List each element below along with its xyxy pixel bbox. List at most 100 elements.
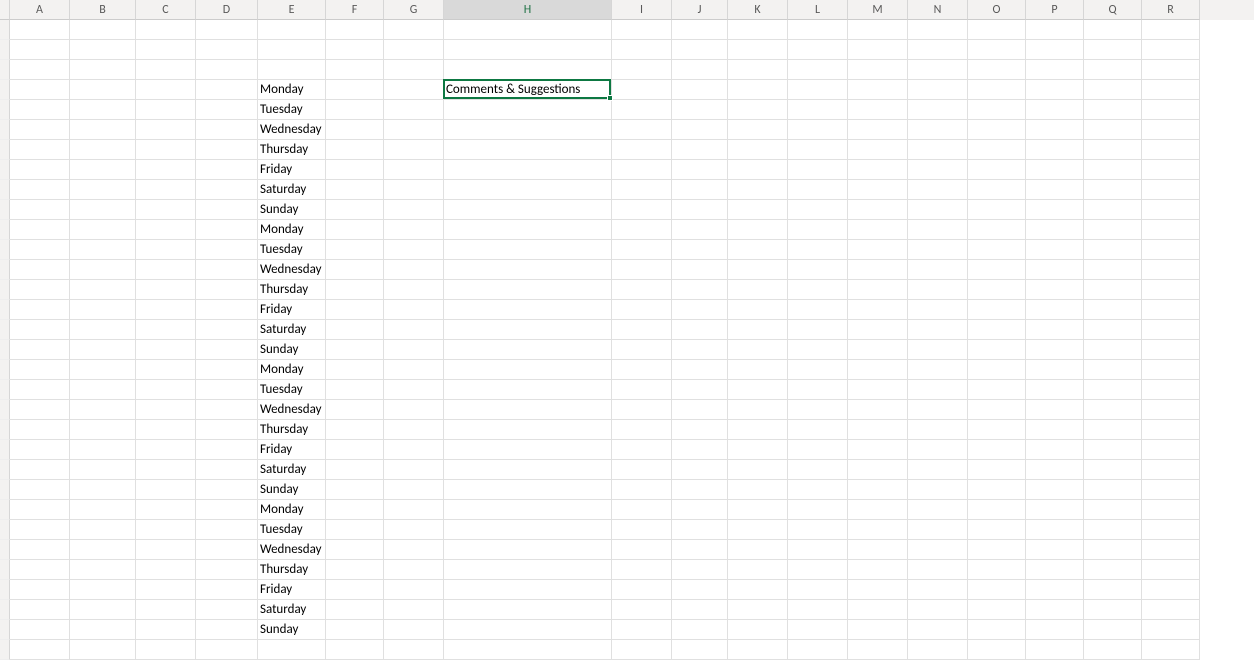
cell-I24[interactable] <box>612 480 672 500</box>
col-header-E[interactable]: E <box>258 0 326 20</box>
cell-F6[interactable] <box>326 120 384 140</box>
cell-A6[interactable] <box>10 120 70 140</box>
cell-F10[interactable] <box>326 200 384 220</box>
cell-H15[interactable] <box>444 300 612 320</box>
cell-A1[interactable] <box>10 20 70 40</box>
cell-D16[interactable] <box>196 320 258 340</box>
cell-L6[interactable] <box>788 120 848 140</box>
cell-C8[interactable] <box>136 160 196 180</box>
cell-J11[interactable] <box>672 220 728 240</box>
cell-A3[interactable] <box>10 60 70 80</box>
cell-H29[interactable] <box>444 580 612 600</box>
cell-H16[interactable] <box>444 320 612 340</box>
cell-H26[interactable] <box>444 520 612 540</box>
cell-D24[interactable] <box>196 480 258 500</box>
cell-I5[interactable] <box>612 100 672 120</box>
cell-N20[interactable] <box>908 400 968 420</box>
cell-H31[interactable] <box>444 620 612 640</box>
cell-J6[interactable] <box>672 120 728 140</box>
cell-G21[interactable] <box>384 420 444 440</box>
cell-O27[interactable] <box>968 540 1026 560</box>
cell-D6[interactable] <box>196 120 258 140</box>
cell-E25[interactable]: Monday <box>258 500 326 520</box>
cell-C15[interactable] <box>136 300 196 320</box>
cell-E12[interactable]: Tuesday <box>258 240 326 260</box>
cell-Q31[interactable] <box>1084 620 1142 640</box>
cell-D25[interactable] <box>196 500 258 520</box>
cell-E5[interactable]: Tuesday <box>258 100 326 120</box>
cell-J24[interactable] <box>672 480 728 500</box>
cell-P21[interactable] <box>1026 420 1084 440</box>
col-header-R[interactable]: R <box>1142 0 1200 20</box>
cell-I13[interactable] <box>612 260 672 280</box>
cell-R3[interactable] <box>1142 60 1200 80</box>
cell-D9[interactable] <box>196 180 258 200</box>
row-gutter[interactable] <box>0 280 10 300</box>
cell-Q30[interactable] <box>1084 600 1142 620</box>
cell-H19[interactable] <box>444 380 612 400</box>
cell-G25[interactable] <box>384 500 444 520</box>
cell-A32[interactable] <box>10 640 70 660</box>
cell-N24[interactable] <box>908 480 968 500</box>
cell-L21[interactable] <box>788 420 848 440</box>
cell-B6[interactable] <box>70 120 136 140</box>
cell-L3[interactable] <box>788 60 848 80</box>
cell-Q6[interactable] <box>1084 120 1142 140</box>
col-header-P[interactable]: P <box>1026 0 1084 20</box>
cell-K9[interactable] <box>728 180 788 200</box>
cell-N16[interactable] <box>908 320 968 340</box>
cell-R27[interactable] <box>1142 540 1200 560</box>
cell-K15[interactable] <box>728 300 788 320</box>
cell-G15[interactable] <box>384 300 444 320</box>
cell-E3[interactable] <box>258 60 326 80</box>
cell-A24[interactable] <box>10 480 70 500</box>
cell-J12[interactable] <box>672 240 728 260</box>
cell-N28[interactable] <box>908 560 968 580</box>
cell-P25[interactable] <box>1026 500 1084 520</box>
cell-M25[interactable] <box>848 500 908 520</box>
cell-O26[interactable] <box>968 520 1026 540</box>
row-gutter[interactable] <box>0 80 10 100</box>
cell-Q27[interactable] <box>1084 540 1142 560</box>
cell-R30[interactable] <box>1142 600 1200 620</box>
cell-A26[interactable] <box>10 520 70 540</box>
cell-B26[interactable] <box>70 520 136 540</box>
cell-J32[interactable] <box>672 640 728 660</box>
cell-R16[interactable] <box>1142 320 1200 340</box>
cell-L17[interactable] <box>788 340 848 360</box>
cell-M6[interactable] <box>848 120 908 140</box>
cell-C31[interactable] <box>136 620 196 640</box>
cell-I23[interactable] <box>612 460 672 480</box>
cell-D7[interactable] <box>196 140 258 160</box>
cell-M8[interactable] <box>848 160 908 180</box>
col-header-A[interactable]: A <box>10 0 70 20</box>
cell-P2[interactable] <box>1026 40 1084 60</box>
cell-D11[interactable] <box>196 220 258 240</box>
cell-N17[interactable] <box>908 340 968 360</box>
cell-G11[interactable] <box>384 220 444 240</box>
cell-I29[interactable] <box>612 580 672 600</box>
cell-F15[interactable] <box>326 300 384 320</box>
cell-B2[interactable] <box>70 40 136 60</box>
cell-R18[interactable] <box>1142 360 1200 380</box>
cell-H4[interactable]: Comments & Suggestions <box>444 80 612 100</box>
cell-A22[interactable] <box>10 440 70 460</box>
cell-R29[interactable] <box>1142 580 1200 600</box>
cell-I26[interactable] <box>612 520 672 540</box>
cell-J23[interactable] <box>672 460 728 480</box>
cell-D28[interactable] <box>196 560 258 580</box>
cell-M31[interactable] <box>848 620 908 640</box>
cell-M18[interactable] <box>848 360 908 380</box>
cell-R12[interactable] <box>1142 240 1200 260</box>
cell-E20[interactable]: Wednesday <box>258 400 326 420</box>
cell-N18[interactable] <box>908 360 968 380</box>
cell-K25[interactable] <box>728 500 788 520</box>
cell-L8[interactable] <box>788 160 848 180</box>
cell-M30[interactable] <box>848 600 908 620</box>
cell-N29[interactable] <box>908 580 968 600</box>
cell-K27[interactable] <box>728 540 788 560</box>
row-gutter[interactable] <box>0 440 10 460</box>
cell-J30[interactable] <box>672 600 728 620</box>
cell-G4[interactable] <box>384 80 444 100</box>
cell-J26[interactable] <box>672 520 728 540</box>
